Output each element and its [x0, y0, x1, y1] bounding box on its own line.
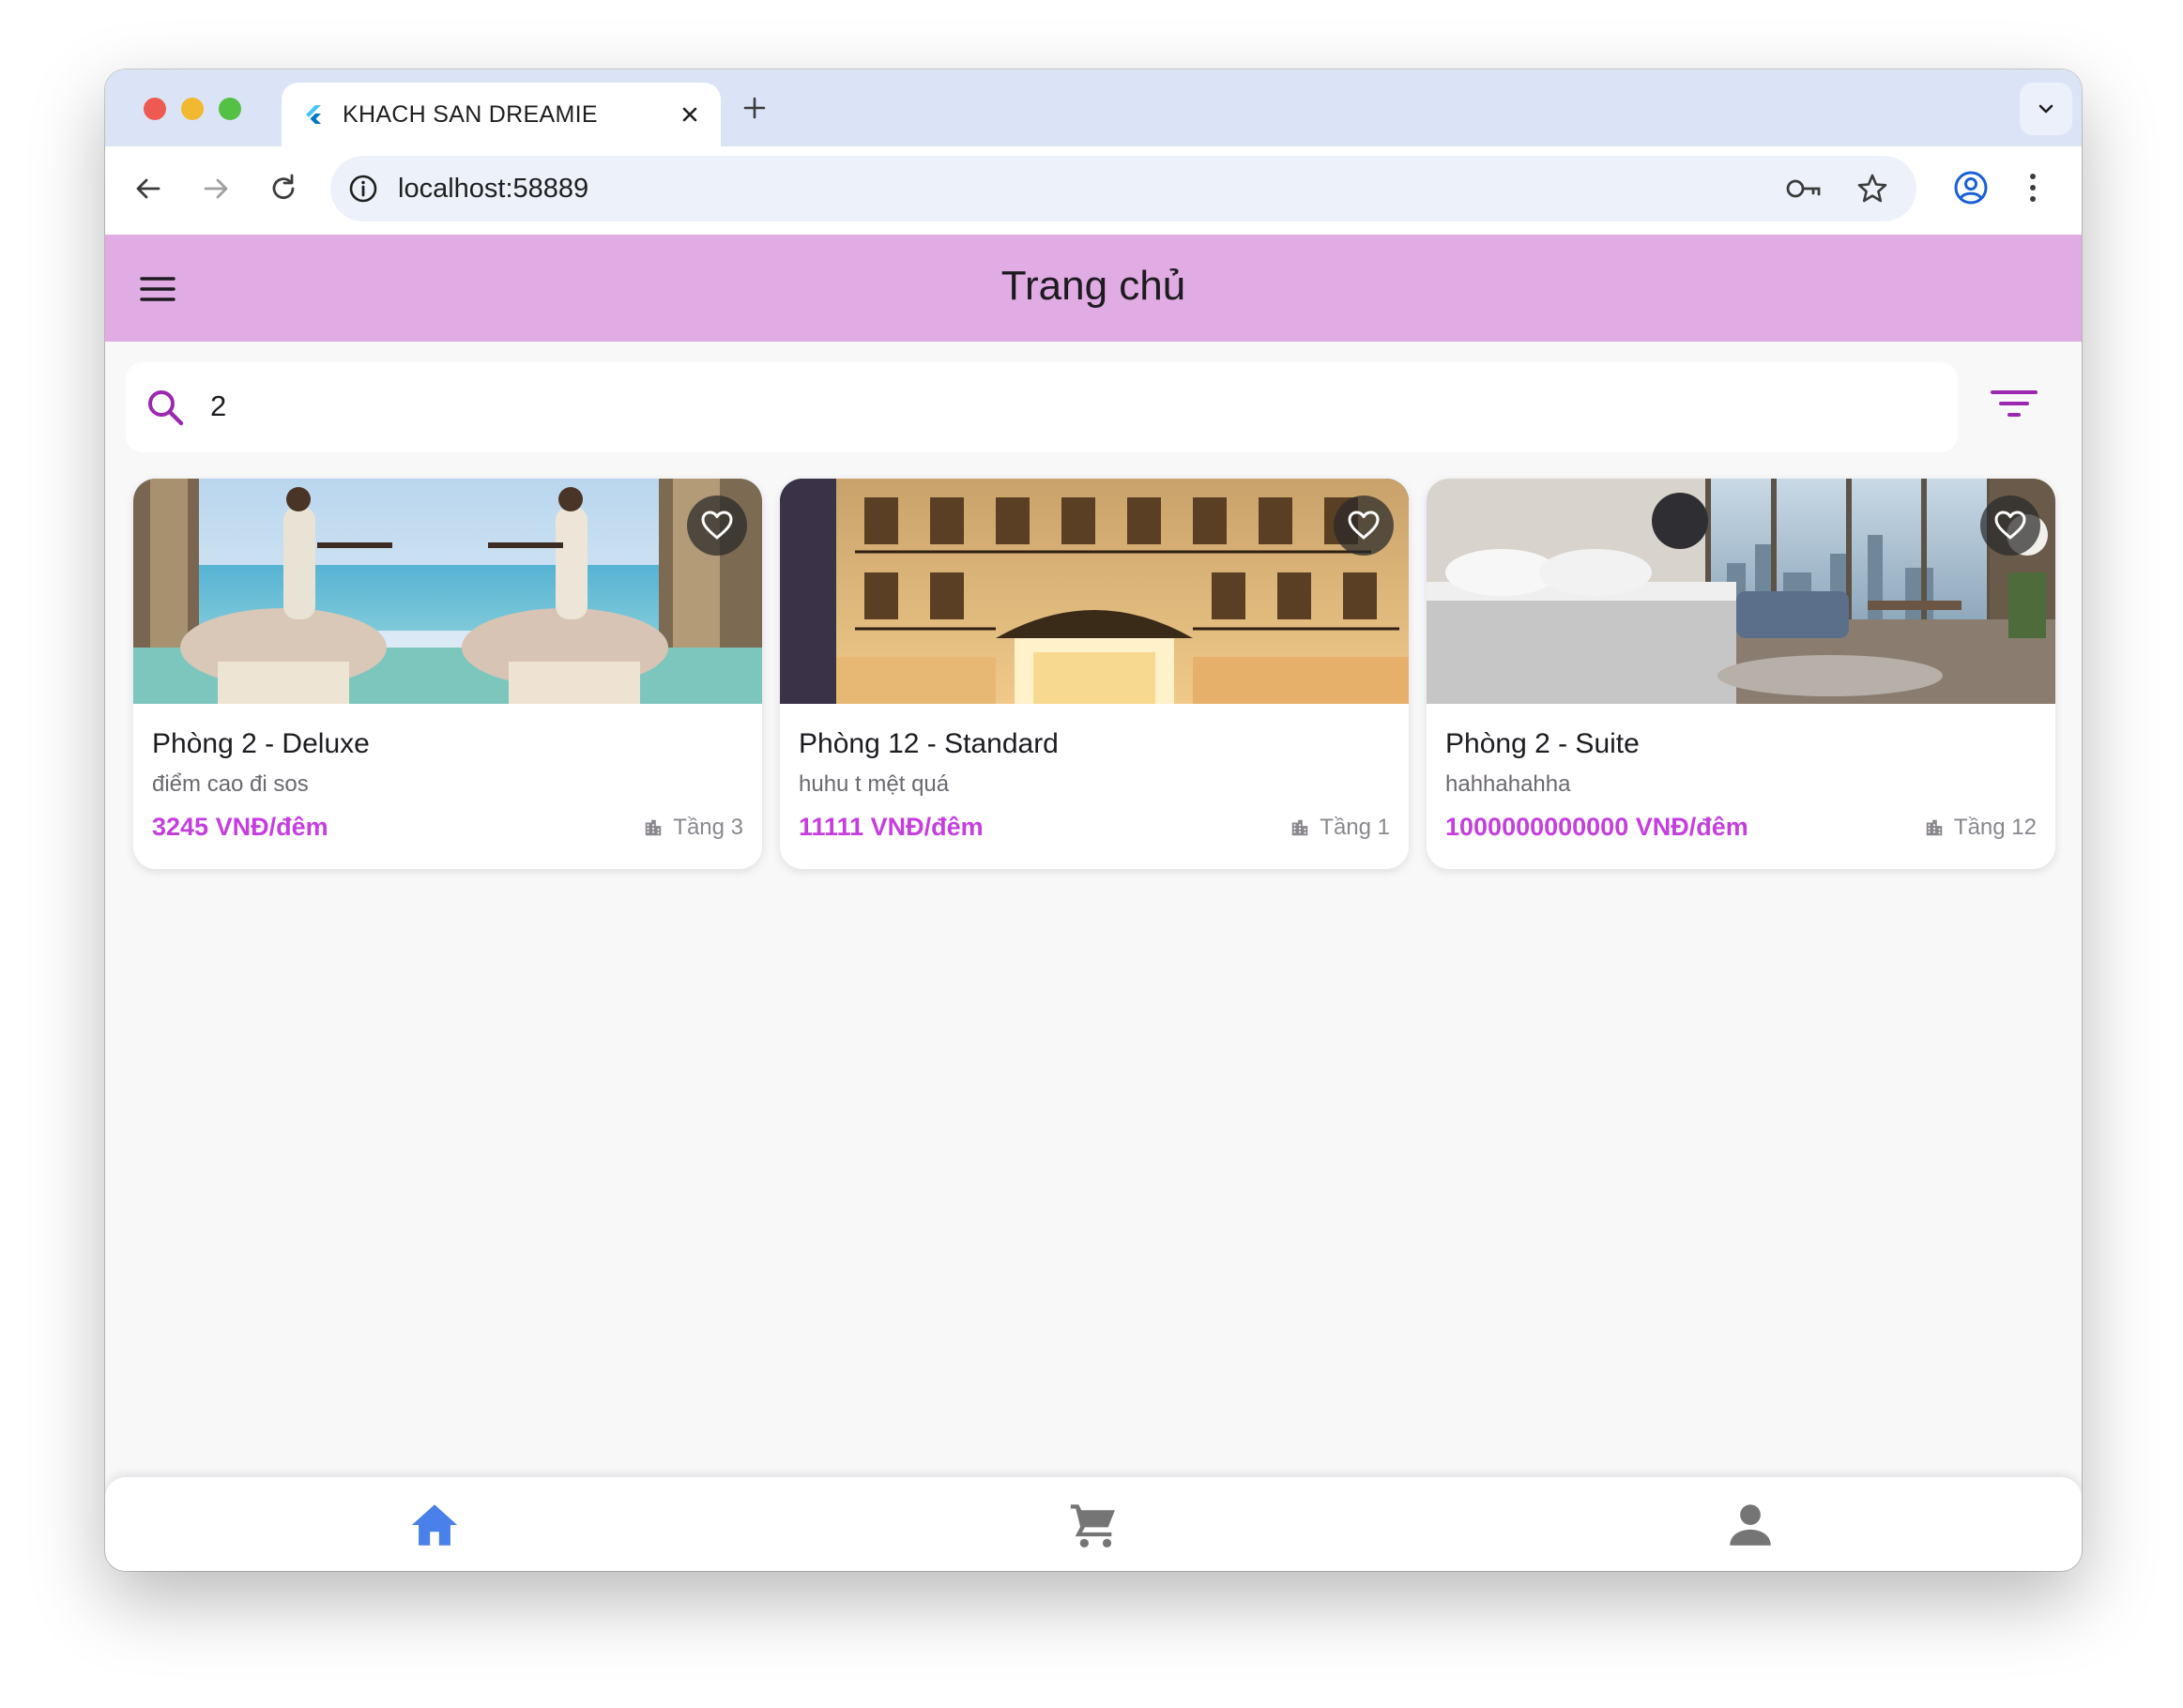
room-floor: Tầng 3 [643, 815, 743, 841]
page-title: Trang chủ [1000, 263, 1186, 309]
room-photo-spa [133, 479, 762, 704]
heart-outline-icon [1994, 511, 2026, 540]
tab-title: KHACH SAN DREAMIE [343, 101, 598, 128]
flutter-icon [306, 105, 321, 124]
room-price: 3245 VNĐ/đêm [152, 813, 328, 841]
room-name: Phòng 12 - Standard [799, 728, 1059, 759]
home-icon[interactable] [407, 1498, 462, 1552]
building-icon [646, 819, 662, 836]
room-floor: Tầng 12 [1924, 815, 2037, 841]
search-icon [148, 390, 184, 426]
browser-toolbar: localhost:58889 [105, 146, 2082, 235]
room-card[interactable]: Phòng 2 - Suite hahhahahha 1000000000000… [1427, 479, 2055, 869]
minimize-window-button[interactable] [181, 98, 204, 120]
cart-icon[interactable] [1066, 1498, 1121, 1552]
search-input[interactable] [210, 389, 1806, 423]
room-floor-label: Tầng 3 [673, 815, 743, 840]
room-name: Phòng 2 - Deluxe [152, 728, 370, 759]
room-description: huhu t mệt quá [799, 771, 950, 797]
room-name: Phòng 2 - Suite [1445, 728, 1640, 759]
building-icon [1926, 819, 1943, 836]
more-vert-icon[interactable] [2023, 169, 2042, 206]
reload-icon[interactable] [265, 170, 302, 207]
chevron-down-icon [2038, 104, 2053, 114]
maximize-window-button[interactable] [219, 98, 241, 120]
url-text: localhost:58889 [398, 174, 589, 204]
password-key-icon[interactable] [1785, 175, 1823, 203]
heart-outline-icon [701, 511, 733, 540]
favorite-button[interactable] [1334, 496, 1394, 556]
room-card[interactable]: Phòng 2 - Deluxe điểm cao đi sos 3245 VN… [133, 479, 762, 869]
main-content: Phòng 2 - Deluxe điểm cao đi sos 3245 VN… [105, 342, 2082, 1547]
close-tab-icon[interactable] [676, 100, 704, 129]
room-description: điểm cao đi sos [152, 771, 309, 797]
address-bar[interactable]: localhost:58889 [330, 156, 1916, 221]
heart-outline-icon [1348, 511, 1380, 540]
favorite-button[interactable] [1980, 496, 2040, 556]
tab-search-button[interactable] [2020, 83, 2072, 135]
favorite-button[interactable] [687, 496, 747, 556]
building-icon [1292, 819, 1308, 836]
room-price: 1000000000000 VNĐ/đêm [1445, 813, 1748, 841]
room-photo-bedroom [1427, 479, 2055, 704]
tab-strip: KHACH SAN DREAMIE [105, 69, 2082, 146]
browser-tab[interactable]: KHACH SAN DREAMIE [282, 83, 721, 146]
room-floor-label: Tầng 12 [1953, 815, 2037, 840]
new-tab-icon[interactable] [740, 93, 770, 123]
room-floor-label: Tầng 1 [1320, 815, 1390, 840]
browser-window: KHACH SAN DREAMIE localhost:58889 Trang … [105, 69, 2082, 1571]
site-info-icon[interactable] [347, 173, 379, 205]
room-photo-hotel-facade [780, 479, 1409, 704]
app-bar: Trang chủ [105, 235, 2082, 342]
room-list: Phòng 2 - Deluxe điểm cao đi sos 3245 VN… [133, 479, 2055, 869]
filter-list-icon[interactable] [1990, 383, 2038, 432]
back-arrow-icon[interactable] [130, 170, 167, 207]
bookmark-star-icon[interactable] [1856, 173, 1888, 205]
room-floor: Tầng 1 [1290, 815, 1390, 841]
bottom-navigation [105, 1477, 2082, 1571]
room-price: 11111 VNĐ/đêm [799, 813, 984, 841]
forward-arrow-icon[interactable] [197, 170, 235, 207]
person-icon[interactable] [1723, 1498, 1778, 1552]
room-description: hahhahahha [1445, 771, 1571, 797]
profile-icon[interactable] [1952, 169, 1990, 206]
search-bar [126, 362, 1958, 452]
room-card[interactable]: Phòng 12 - Standard huhu t mệt quá 11111… [780, 479, 1409, 869]
close-window-button[interactable] [144, 98, 166, 120]
